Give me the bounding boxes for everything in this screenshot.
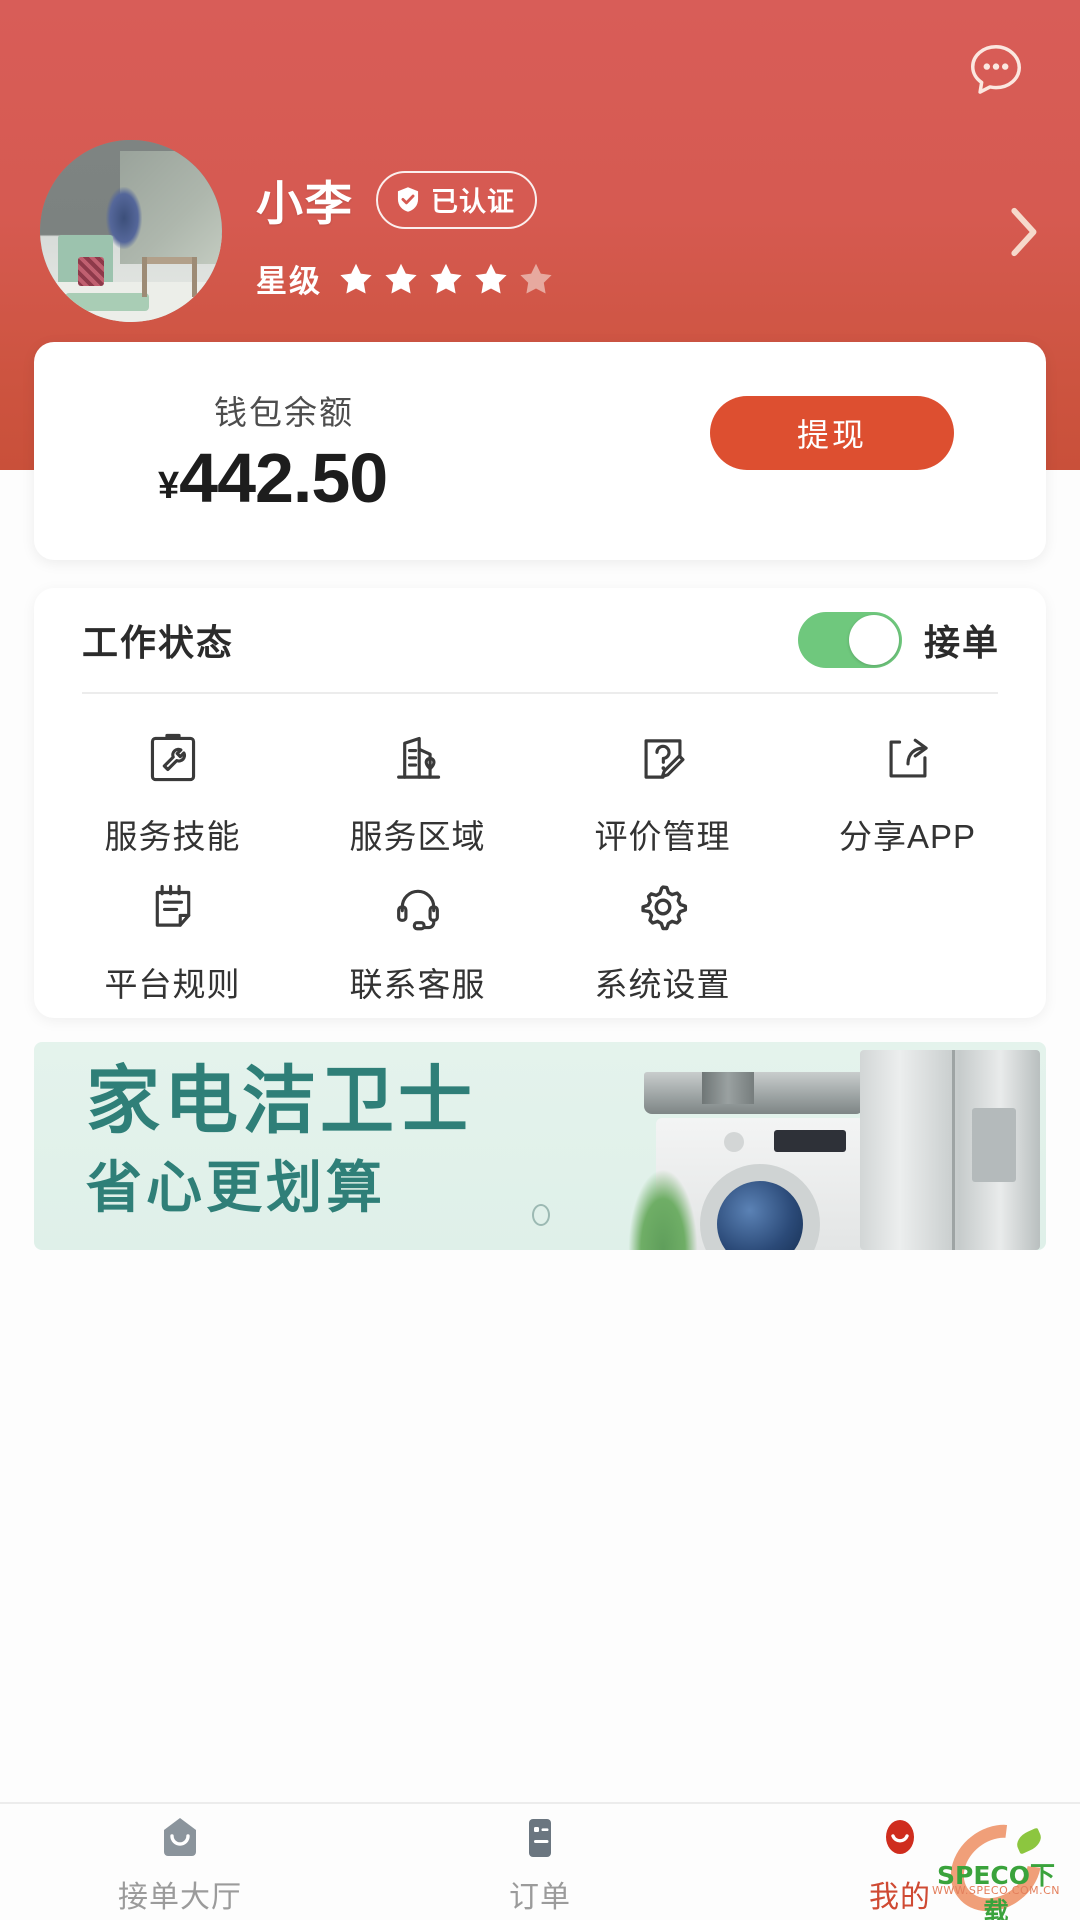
wallet-amount: ¥ 442.50 bbox=[158, 438, 387, 518]
banner-subtitle: 省心更划算 bbox=[86, 1160, 476, 1216]
menu-item-label: 评价管理 bbox=[595, 810, 731, 858]
menu-item-label: 服务区域 bbox=[350, 810, 486, 858]
menu-item-empty bbox=[785, 860, 1030, 1008]
toggle-knob bbox=[849, 615, 899, 665]
menu-item-label: 服务技能 bbox=[105, 810, 241, 858]
user-name: 小李 bbox=[256, 165, 354, 234]
menu-item-system-settings[interactable]: 系统设置 bbox=[540, 860, 785, 1008]
menu-item-platform-rules[interactable]: 平台规则 bbox=[50, 860, 295, 1008]
menu-item-service-skills[interactable]: 服务技能 bbox=[50, 712, 295, 860]
toggle-label: 接单 bbox=[924, 614, 1000, 666]
star-icon bbox=[338, 261, 374, 297]
shield-check-icon bbox=[394, 185, 422, 213]
headset-icon bbox=[389, 876, 447, 938]
building-location-icon bbox=[389, 728, 447, 790]
promo-banner[interactable]: 家电洁卫士 省心更划算 bbox=[34, 1042, 1046, 1250]
wallet-card: 钱包余额 ¥ 442.50 提现 bbox=[34, 342, 1046, 560]
star-icon-empty bbox=[518, 261, 554, 297]
status-badge: 已认证 bbox=[376, 171, 537, 229]
chevron-right-icon[interactable] bbox=[1002, 205, 1042, 259]
tab-label: 我的 bbox=[869, 1872, 931, 1916]
rating-label: 星级 bbox=[256, 256, 322, 301]
app-screen: 小李 已认证 星级 bbox=[0, 0, 1080, 1920]
notepad-rules-icon bbox=[144, 876, 202, 938]
name-line: 小李 已认证 bbox=[256, 165, 554, 234]
menu-item-label: 平台规则 bbox=[105, 958, 241, 1006]
menu-item-label: 分享APP bbox=[839, 810, 976, 858]
order-list-icon bbox=[516, 1814, 564, 1862]
balance-value: 442.50 bbox=[179, 438, 387, 518]
currency-symbol: ¥ bbox=[158, 465, 179, 508]
hall-icon bbox=[156, 1814, 204, 1862]
gear-icon bbox=[634, 876, 692, 938]
chat-bubble-icon[interactable] bbox=[960, 34, 1032, 106]
banner-bubble-deco bbox=[532, 1204, 550, 1226]
bottom-navigation: 接单大厅 订单 我的 bbox=[0, 1802, 1080, 1920]
work-status-panel: 工作状态 接单 服务技能 bbox=[34, 588, 1046, 1018]
banner-title: 家电洁卫士 bbox=[86, 1064, 476, 1138]
star-icon bbox=[428, 261, 464, 297]
wallet-label: 钱包余额 bbox=[214, 386, 354, 434]
menu-item-label: 系统设置 bbox=[595, 958, 731, 1006]
menu-item-share-app[interactable]: 分享APP bbox=[785, 712, 1030, 860]
tab-label: 接单大厅 bbox=[118, 1872, 242, 1916]
panel-divider bbox=[82, 692, 998, 694]
work-status-row: 工作状态 接单 bbox=[34, 588, 1046, 692]
empty-content-area bbox=[0, 1250, 1080, 1800]
star-rating bbox=[338, 261, 554, 297]
verified-label: 已认证 bbox=[431, 180, 515, 219]
tab-profile[interactable]: 我的 bbox=[720, 1804, 1080, 1920]
avatar[interactable] bbox=[40, 140, 222, 322]
share-icon bbox=[879, 728, 937, 790]
review-edit-icon bbox=[634, 728, 692, 790]
menu-item-service-area[interactable]: 服务区域 bbox=[295, 712, 540, 860]
withdraw-button[interactable]: 提现 bbox=[710, 396, 954, 470]
profile-summary[interactable]: 小李 已认证 星级 bbox=[40, 136, 1040, 326]
menu-item-label: 联系客服 bbox=[350, 958, 486, 1006]
work-status-control: 接单 bbox=[798, 612, 1000, 668]
banner-text: 家电洁卫士 省心更划算 bbox=[86, 1064, 476, 1216]
profile-icon bbox=[876, 1814, 924, 1862]
menu-item-contact-support[interactable]: 联系客服 bbox=[295, 860, 540, 1008]
tab-label: 订单 bbox=[509, 1872, 571, 1916]
star-icon bbox=[383, 261, 419, 297]
tab-order-hall[interactable]: 接单大厅 bbox=[0, 1804, 360, 1920]
profile-meta: 小李 已认证 星级 bbox=[256, 161, 554, 301]
rating-row: 星级 bbox=[256, 256, 554, 301]
accept-orders-toggle[interactable] bbox=[798, 612, 902, 668]
clipboard-wrench-icon bbox=[144, 728, 202, 790]
menu-grid: 服务技能 服务区域 bbox=[50, 712, 1030, 1008]
work-status-label: 工作状态 bbox=[82, 614, 234, 666]
appliance-illustration bbox=[626, 1042, 1046, 1250]
star-icon bbox=[473, 261, 509, 297]
menu-item-review-management[interactable]: 评价管理 bbox=[540, 712, 785, 860]
tab-orders[interactable]: 订单 bbox=[360, 1804, 720, 1920]
